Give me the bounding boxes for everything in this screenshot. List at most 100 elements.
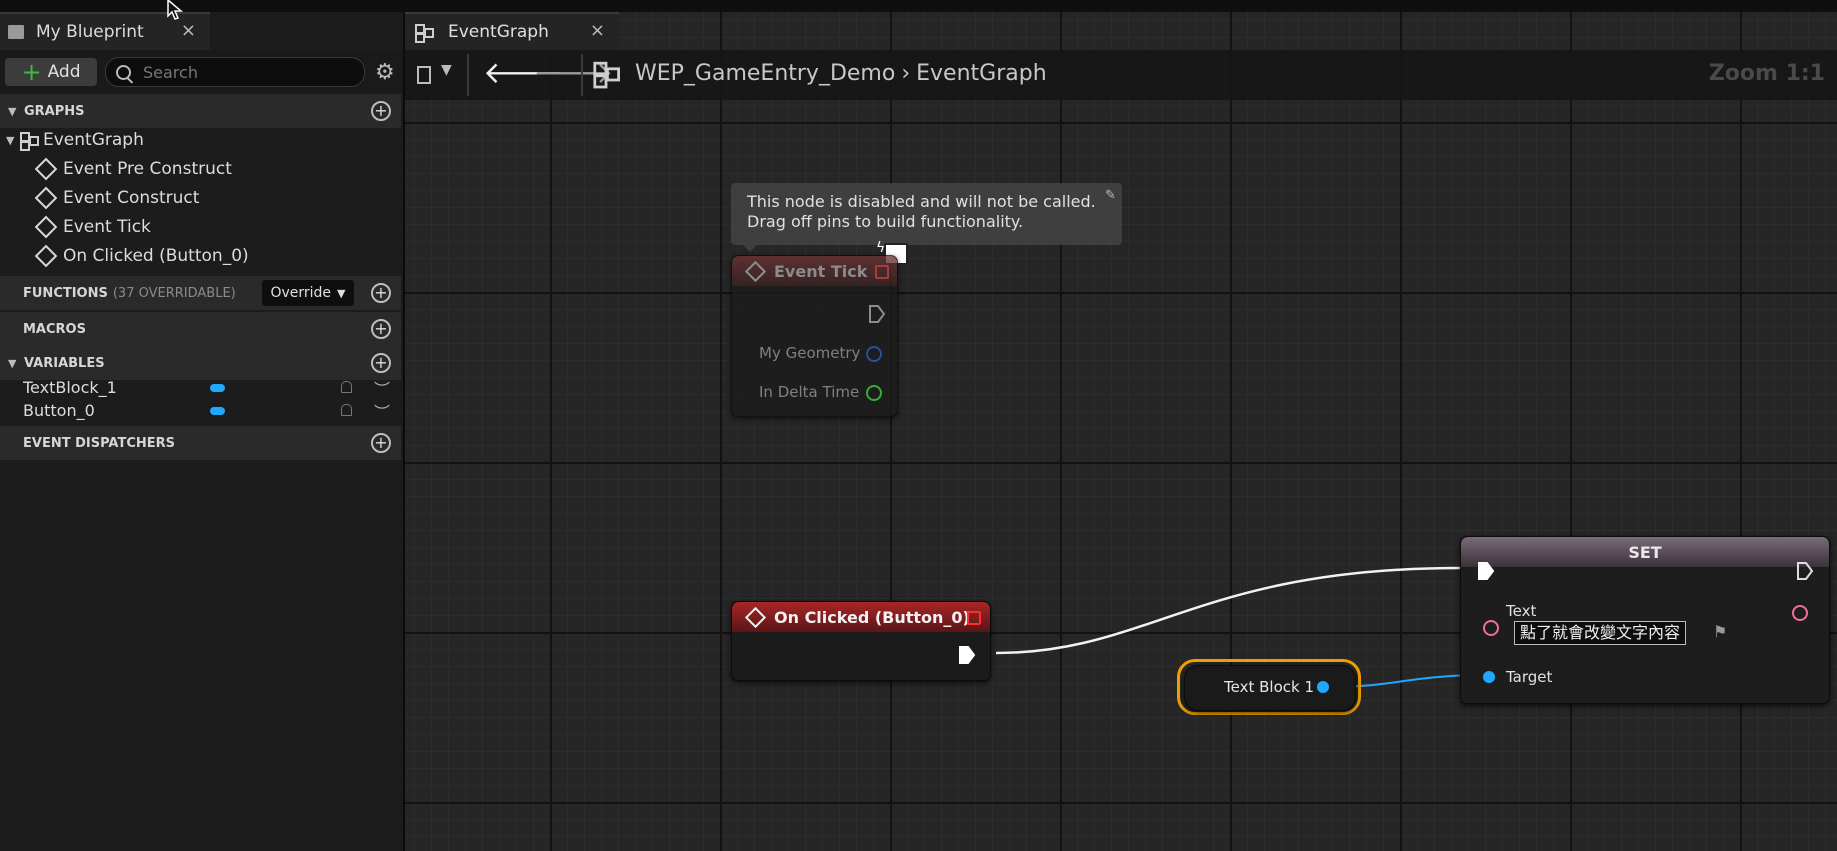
graph-icon bbox=[20, 132, 39, 151]
add-button-label: Add bbox=[47, 62, 81, 82]
visibility-eye-icon[interactable]: ︶ bbox=[374, 399, 390, 423]
mouse-cursor-icon bbox=[167, 0, 184, 20]
delegate-pin[interactable] bbox=[967, 611, 981, 625]
tooltip-line-2: Drag off pins to build functionality. bbox=[747, 212, 1024, 231]
add-button[interactable]: + Add bbox=[5, 58, 97, 86]
add-function-icon[interactable]: + bbox=[371, 283, 391, 303]
graph-icon bbox=[415, 24, 434, 43]
disabled-node-tooltip: This node is disabled and will not be ca… bbox=[731, 183, 1122, 252]
add-variable-icon[interactable]: + bbox=[371, 353, 391, 373]
collapse-arrow-icon: ▼ bbox=[8, 356, 17, 370]
macros-section-header[interactable]: MACROS + bbox=[0, 312, 401, 346]
chevron-right-icon: › bbox=[901, 61, 911, 86]
replication-icon[interactable] bbox=[341, 404, 352, 416]
eventgraph-tab[interactable]: EventGraph × bbox=[405, 12, 619, 50]
event-icon bbox=[34, 244, 58, 268]
event-item-tick[interactable]: Event Tick bbox=[34, 213, 151, 241]
graph-item-eventgraph[interactable]: ▼ EventGraph bbox=[0, 126, 144, 154]
event-dispatchers-section-label: EVENT DISPATCHERS bbox=[23, 435, 176, 451]
pin-icon[interactable]: ✎ bbox=[1105, 188, 1116, 203]
graph-item-label: EventGraph bbox=[43, 130, 144, 150]
graphs-section-header[interactable]: ▼ GRAPHS + bbox=[0, 94, 401, 128]
exec-out-pin[interactable] bbox=[958, 645, 976, 665]
close-icon[interactable]: × bbox=[181, 20, 196, 41]
target-pin[interactable] bbox=[1483, 671, 1495, 683]
event-tick-title: Event Tick bbox=[774, 261, 868, 281]
event-graph-canvas[interactable]: EventGraph × ▼ 🡐 🡒 WEP_GameEntry_Demo › Ev… bbox=[405, 12, 1837, 851]
collapse-arrow-icon: ▼ bbox=[8, 104, 17, 118]
search-icon bbox=[116, 64, 131, 80]
functions-section-header[interactable]: FUNCTIONS (37 OVERRIDABLE) Override ▼ + bbox=[0, 276, 401, 310]
event-item-on-clicked[interactable]: On Clicked (Button_0) bbox=[34, 242, 249, 270]
override-label: Override bbox=[270, 285, 332, 301]
on-clicked-node[interactable]: On Clicked (Button_0) bbox=[731, 601, 991, 681]
override-dropdown[interactable]: Override ▼ bbox=[262, 280, 354, 306]
chevron-down-icon[interactable]: ▼ bbox=[441, 62, 452, 78]
text-out-pin[interactable] bbox=[1792, 605, 1808, 621]
event-icon bbox=[744, 260, 767, 282]
event-item-label: On Clicked (Button_0) bbox=[63, 246, 249, 266]
event-icon bbox=[34, 186, 58, 210]
my-blueprint-panel: My Blueprint × + Add ⚙ ▼ GRAPHS + ▼ Even… bbox=[0, 12, 405, 851]
event-item-construct[interactable]: Event Construct bbox=[34, 184, 200, 212]
add-macro-icon[interactable]: + bbox=[371, 319, 391, 339]
struct-pin[interactable] bbox=[866, 346, 882, 362]
exec-out-pin[interactable] bbox=[1796, 561, 1814, 581]
set-title: SET bbox=[1628, 542, 1662, 562]
localization-flag-icon[interactable]: ⚑ bbox=[1713, 622, 1727, 641]
eventgraph-tab-label: EventGraph bbox=[448, 22, 549, 42]
text-block-getter-node[interactable]: Text Block 1 bbox=[1184, 665, 1356, 711]
event-icon bbox=[34, 157, 58, 181]
event-icon bbox=[34, 215, 58, 239]
close-icon[interactable]: × bbox=[590, 20, 605, 41]
search-input[interactable] bbox=[141, 61, 345, 83]
bookmark-icon[interactable] bbox=[417, 66, 431, 84]
text-value-input[interactable]: 點了就會改變文字內容 bbox=[1514, 621, 1687, 645]
set-header[interactable]: SET bbox=[1461, 537, 1829, 567]
pin-label-target: Target bbox=[1506, 668, 1553, 686]
functions-section-label: FUNCTIONS bbox=[23, 285, 108, 301]
event-tick-header[interactable]: Event Tick bbox=[732, 256, 897, 286]
variables-section-label: VARIABLES bbox=[24, 355, 105, 371]
pin-label-in-delta-time: In Delta Time bbox=[759, 383, 860, 401]
text-in-pin[interactable] bbox=[1483, 620, 1499, 636]
book-icon bbox=[8, 25, 24, 39]
visibility-eye-icon[interactable]: ︶ bbox=[374, 376, 390, 400]
functions-count: (37 OVERRIDABLE) bbox=[112, 285, 236, 301]
breadcrumb-graph[interactable]: EventGraph bbox=[916, 61, 1047, 86]
event-item-pre-construct[interactable]: Event Pre Construct bbox=[34, 155, 232, 183]
pin-label-text: Text bbox=[1506, 602, 1537, 620]
graph-toolbar: ▼ 🡐 🡒 WEP_GameEntry_Demo › EventGraph Zoom… bbox=[405, 50, 1837, 100]
lightning-icon: ϟ bbox=[876, 240, 886, 256]
replication-icon[interactable] bbox=[341, 381, 352, 393]
float-pin[interactable] bbox=[866, 385, 882, 401]
object-type-pill bbox=[210, 384, 225, 392]
object-type-pill bbox=[210, 407, 225, 415]
add-graph-icon[interactable]: + bbox=[371, 101, 391, 121]
event-item-label: Event Tick bbox=[63, 217, 151, 237]
event-dispatchers-section-header[interactable]: EVENT DISPATCHERS + bbox=[0, 426, 401, 460]
breadcrumb-blueprint[interactable]: WEP_GameEntry_Demo bbox=[635, 61, 895, 86]
variables-section-header[interactable]: ▼ VARIABLES + bbox=[0, 346, 401, 380]
object-out-pin[interactable] bbox=[1317, 681, 1329, 693]
event-item-label: Event Pre Construct bbox=[63, 159, 232, 179]
search-box[interactable] bbox=[105, 57, 365, 87]
delegate-pin[interactable] bbox=[875, 265, 889, 279]
breadcrumb: WEP_GameEntry_Demo › EventGraph bbox=[635, 61, 1047, 86]
variable-name: TextBlock_1 bbox=[23, 378, 117, 397]
on-clicked-header[interactable]: On Clicked (Button_0) bbox=[732, 602, 990, 632]
variable-item-button[interactable]: Button_0 ︶ bbox=[0, 399, 401, 425]
top-strip bbox=[0, 0, 1837, 12]
exec-in-pin[interactable] bbox=[1477, 561, 1495, 581]
pin-label-my-geometry: My Geometry bbox=[759, 344, 861, 362]
add-dispatcher-icon[interactable]: + bbox=[371, 433, 391, 453]
zoom-level: Zoom 1:1 bbox=[1708, 61, 1825, 86]
expand-arrow-icon: ▼ bbox=[6, 133, 15, 147]
divider bbox=[581, 54, 583, 96]
event-tick-node[interactable]: Event Tick My Geometry In Delta Time bbox=[731, 255, 898, 417]
gear-icon[interactable]: ⚙ bbox=[375, 60, 395, 85]
exec-out-pin[interactable] bbox=[868, 304, 886, 324]
set-node[interactable]: SET Text 點了就會改變文字內容 ⚑ Target bbox=[1460, 536, 1830, 704]
event-icon bbox=[744, 606, 767, 628]
event-item-label: Event Construct bbox=[63, 188, 200, 208]
